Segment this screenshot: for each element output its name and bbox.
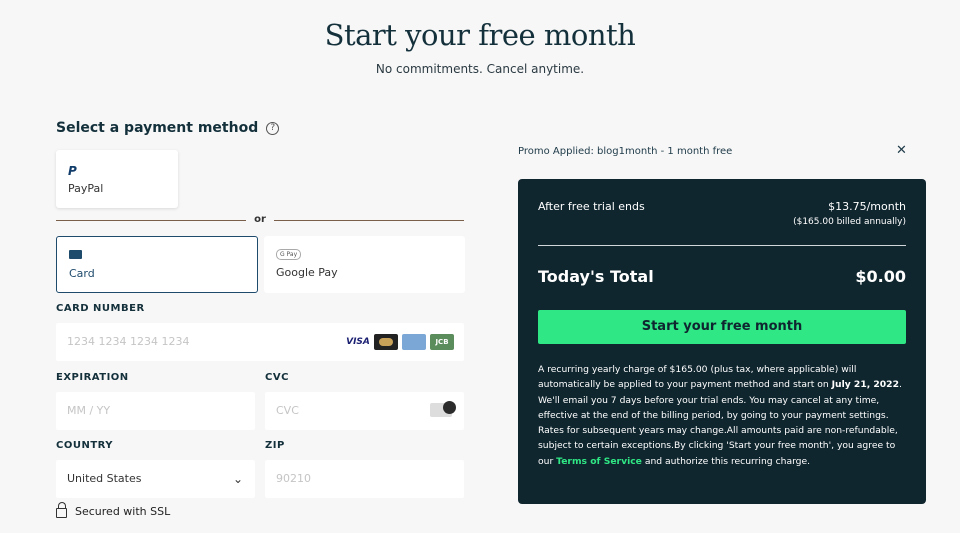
country-label: COUNTRY bbox=[56, 440, 114, 451]
order-summary-panel: After free trial ends $13.75/month ($165… bbox=[518, 179, 926, 504]
credit-card-icon bbox=[69, 250, 82, 259]
expiration-placeholder: MM / YY bbox=[67, 404, 111, 417]
card-number-placeholder: 1234 1234 1234 1234 bbox=[67, 335, 190, 348]
legal-text-part: and authorize this recurring charge. bbox=[641, 455, 811, 467]
card-brands: VISA JCB bbox=[346, 334, 454, 350]
after-trial-price: $13.75/month bbox=[828, 200, 906, 213]
legal-text-part: A recurring yearly charge of $165.00 (pl… bbox=[538, 364, 857, 391]
ssl-notice: Secured with SSL bbox=[56, 502, 171, 518]
amex-icon bbox=[402, 334, 426, 350]
lock-icon bbox=[56, 502, 67, 518]
cvc-card-icon bbox=[430, 401, 456, 417]
legal-text-part: . We'll email you 7 days before your tri… bbox=[538, 379, 902, 467]
paypal-label: PayPal bbox=[68, 182, 104, 195]
visa-icon: VISA bbox=[346, 337, 370, 347]
card-number-input[interactable]: 1234 1234 1234 1234 VISA JCB bbox=[56, 323, 464, 361]
cvc-input[interactable]: CVC bbox=[265, 392, 464, 430]
terms-of-service-link[interactable]: Terms of Service bbox=[556, 456, 642, 467]
start-free-month-button[interactable]: Start your free month bbox=[538, 310, 906, 344]
or-divider: or bbox=[56, 214, 464, 228]
google-pay-icon: G Pay bbox=[276, 249, 302, 260]
chevron-down-icon: ⌄ bbox=[232, 472, 243, 486]
cvc-label: CVC bbox=[265, 372, 289, 383]
payment-section-title: Select a payment method ? bbox=[56, 120, 280, 136]
zip-input[interactable]: 90210 bbox=[265, 460, 464, 498]
zip-placeholder: 90210 bbox=[276, 472, 311, 485]
google-pay-option[interactable]: G Pay Google Pay bbox=[264, 236, 465, 293]
jcb-icon: JCB bbox=[430, 334, 454, 350]
ssl-text: Secured with SSL bbox=[75, 504, 171, 518]
promo-applied-text: Promo Applied: blog1month - 1 month free bbox=[518, 146, 733, 157]
country-select[interactable]: United States ⌄ bbox=[56, 460, 255, 498]
mastercard-icon bbox=[374, 334, 398, 350]
page-subtitle: No commitments. Cancel anytime. bbox=[375, 62, 585, 76]
legal-text: A recurring yearly charge of $165.00 (pl… bbox=[538, 362, 910, 469]
close-icon[interactable]: ✕ bbox=[896, 143, 907, 158]
country-value: United States bbox=[67, 472, 142, 485]
cvc-placeholder: CVC bbox=[276, 404, 299, 417]
question-circle-icon[interactable]: ? bbox=[266, 121, 280, 135]
card-label: Card bbox=[69, 267, 95, 280]
page-title: Start your free month bbox=[324, 18, 636, 52]
paypal-option[interactable]: P PayPal bbox=[56, 150, 178, 208]
billed-annually-note: ($165.00 billed annually) bbox=[793, 217, 906, 227]
divider-line bbox=[274, 220, 464, 221]
expiration-input[interactable]: MM / YY bbox=[56, 392, 255, 430]
todays-total-label: Today's Total bbox=[538, 267, 654, 286]
todays-total-value: $0.00 bbox=[855, 267, 906, 286]
expiration-label: EXPIRATION bbox=[56, 372, 129, 383]
legal-start-date: July 21, 2022 bbox=[831, 379, 899, 391]
card-option[interactable]: Card bbox=[56, 236, 258, 293]
payment-section-label: Select a payment method bbox=[56, 120, 259, 136]
paypal-icon: P bbox=[68, 164, 77, 178]
card-number-label: CARD NUMBER bbox=[56, 303, 145, 314]
summary-divider bbox=[538, 245, 906, 246]
after-trial-label: After free trial ends bbox=[538, 200, 645, 213]
google-pay-label: Google Pay bbox=[276, 266, 338, 279]
zip-label: ZIP bbox=[265, 440, 285, 451]
